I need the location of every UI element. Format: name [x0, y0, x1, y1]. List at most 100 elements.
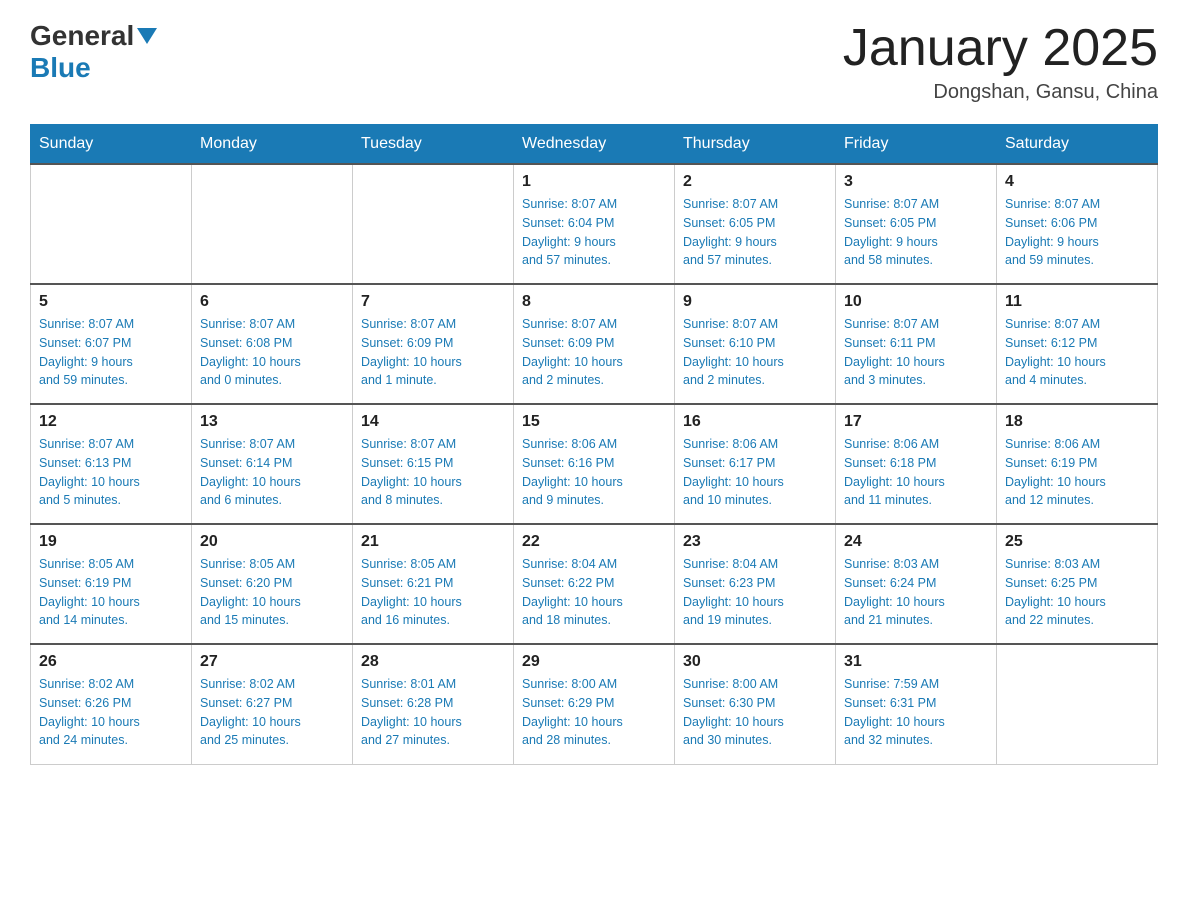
day-number: 12 [39, 413, 183, 431]
day-number: 25 [1005, 533, 1149, 551]
calendar-cell: 8 Sunrise: 8:07 AMSunset: 6:09 PMDaylight… [514, 284, 675, 404]
day-info: Sunrise: 8:07 AMSunset: 6:05 PMDaylight:… [683, 195, 827, 270]
page-header: General Blue January 2025 Dongshan, Gans… [30, 20, 1158, 104]
calendar-cell: 22Sunrise: 8:04 AMSunset: 6:22 PMDayligh… [514, 524, 675, 644]
calendar-cell [997, 644, 1158, 764]
column-header-monday: Monday [192, 125, 353, 165]
day-info: Sunrise: 8:00 AMSunset: 6:29 PMDaylight:… [522, 675, 666, 750]
day-number: 15 [522, 413, 666, 431]
calendar-cell: 3Sunrise: 8:07 AMSunset: 6:05 PMDaylight… [836, 164, 997, 284]
day-info: Sunrise: 8:01 AMSunset: 6:28 PMDaylight:… [361, 675, 505, 750]
calendar-cell: 18Sunrise: 8:06 AMSunset: 6:19 PMDayligh… [997, 404, 1158, 524]
calendar-cell: 2 Sunrise: 8:07 AMSunset: 6:05 PMDaylight… [675, 164, 836, 284]
calendar-cell: 5 Sunrise: 8:07 AMSunset: 6:07 PMDaylight… [31, 284, 192, 404]
calendar-cell: 13Sunrise: 8:07 AMSunset: 6:14 PMDayligh… [192, 404, 353, 524]
day-number: 24 [844, 533, 988, 551]
day-info: Sunrise: 8:07 AMSunset: 6:09 PMDaylight:… [361, 315, 505, 390]
day-info: Sunrise: 8:07 AMSunset: 6:09 PMDaylight:… [522, 315, 666, 390]
calendar-cell: 12 Sunrise: 8:07 AMSunset: 6:13 PMDayligh… [31, 404, 192, 524]
day-info: Sunrise: 8:03 AMSunset: 6:25 PMDaylight:… [1005, 555, 1149, 630]
day-info: Sunrise: 8:07 AMSunset: 6:14 PMDaylight:… [200, 435, 344, 510]
day-info: Sunrise: 8:07 AMSunset: 6:10 PMDaylight:… [683, 315, 827, 390]
day-number: 8 [522, 293, 666, 311]
logo-triangle-icon [137, 28, 157, 44]
calendar-cell: 23 Sunrise: 8:04 AMSunset: 6:23 PMDayligh… [675, 524, 836, 644]
column-header-sunday: Sunday [31, 125, 192, 165]
day-number: 28 [361, 653, 505, 671]
calendar-cell: 14Sunrise: 8:07 AMSunset: 6:15 PMDayligh… [353, 404, 514, 524]
day-info: Sunrise: 8:07 AMSunset: 6:07 PMDaylight:… [39, 315, 183, 390]
day-number: 7 [361, 293, 505, 311]
calendar-cell: 11Sunrise: 8:07 AMSunset: 6:12 PMDayligh… [997, 284, 1158, 404]
calendar-cell: 24 Sunrise: 8:03 AMSunset: 6:24 PMDayligh… [836, 524, 997, 644]
calendar-cell [192, 164, 353, 284]
calendar-cell [353, 164, 514, 284]
day-number: 27 [200, 653, 344, 671]
calendar-week-row: 5 Sunrise: 8:07 AMSunset: 6:07 PMDaylight… [31, 284, 1158, 404]
day-info: Sunrise: 8:07 AMSunset: 6:06 PMDaylight:… [1005, 195, 1149, 270]
day-number: 4 [1005, 173, 1149, 191]
calendar-cell: 21Sunrise: 8:05 AMSunset: 6:21 PMDayligh… [353, 524, 514, 644]
column-header-wednesday: Wednesday [514, 125, 675, 165]
calendar-table: SundayMondayTuesdayWednesdayThursdayFrid… [30, 124, 1158, 765]
day-number: 3 [844, 173, 988, 191]
calendar-cell: 7 Sunrise: 8:07 AMSunset: 6:09 PMDaylight… [353, 284, 514, 404]
day-number: 29 [522, 653, 666, 671]
day-info: Sunrise: 8:07 AMSunset: 6:13 PMDaylight:… [39, 435, 183, 510]
day-number: 21 [361, 533, 505, 551]
calendar-cell: 16 Sunrise: 8:06 AMSunset: 6:17 PMDayligh… [675, 404, 836, 524]
day-number: 19 [39, 533, 183, 551]
calendar-week-row: 19 Sunrise: 8:05 AMSunset: 6:19 PMDayligh… [31, 524, 1158, 644]
day-number: 1 [522, 173, 666, 191]
day-info: Sunrise: 8:06 AMSunset: 6:16 PMDaylight:… [522, 435, 666, 510]
calendar-cell: 27 Sunrise: 8:02 AMSunset: 6:27 PMDayligh… [192, 644, 353, 764]
day-info: Sunrise: 8:06 AMSunset: 6:19 PMDaylight:… [1005, 435, 1149, 510]
day-number: 16 [683, 413, 827, 431]
calendar-cell: 15 Sunrise: 8:06 AMSunset: 6:16 PMDayligh… [514, 404, 675, 524]
day-info: Sunrise: 8:06 AMSunset: 6:17 PMDaylight:… [683, 435, 827, 510]
day-number: 5 [39, 293, 183, 311]
day-info: Sunrise: 8:02 AMSunset: 6:27 PMDaylight:… [200, 675, 344, 750]
day-info: Sunrise: 8:05 AMSunset: 6:19 PMDaylight:… [39, 555, 183, 630]
title-block: January 2025 Dongshan, Gansu, China [843, 20, 1158, 104]
calendar-header-row: SundayMondayTuesdayWednesdayThursdayFrid… [31, 125, 1158, 165]
day-number: 31 [844, 653, 988, 671]
day-number: 30 [683, 653, 827, 671]
calendar-cell: 29 Sunrise: 8:00 AMSunset: 6:29 PMDayligh… [514, 644, 675, 764]
day-number: 26 [39, 653, 183, 671]
calendar-cell: 1 Sunrise: 8:07 AMSunset: 6:04 PMDaylight… [514, 164, 675, 284]
calendar-week-row: 12 Sunrise: 8:07 AMSunset: 6:13 PMDayligh… [31, 404, 1158, 524]
day-number: 23 [683, 533, 827, 551]
day-number: 20 [200, 533, 344, 551]
calendar-cell: 28 Sunrise: 8:01 AMSunset: 6:28 PMDayligh… [353, 644, 514, 764]
calendar-cell: 30 Sunrise: 8:00 AMSunset: 6:30 PMDayligh… [675, 644, 836, 764]
logo-general-text: General [30, 20, 134, 52]
day-info: Sunrise: 8:02 AMSunset: 6:26 PMDaylight:… [39, 675, 183, 750]
column-header-saturday: Saturday [997, 125, 1158, 165]
day-number: 6 [200, 293, 344, 311]
calendar-cell: 9Sunrise: 8:07 AMSunset: 6:10 PMDaylight… [675, 284, 836, 404]
calendar-week-row: 26 Sunrise: 8:02 AMSunset: 6:26 PMDayligh… [31, 644, 1158, 764]
day-info: Sunrise: 8:03 AMSunset: 6:24 PMDaylight:… [844, 555, 988, 630]
day-info: Sunrise: 8:05 AMSunset: 6:20 PMDaylight:… [200, 555, 344, 630]
day-info: Sunrise: 8:07 AMSunset: 6:11 PMDaylight:… [844, 315, 988, 390]
calendar-cell: 4 Sunrise: 8:07 AMSunset: 6:06 PMDaylight… [997, 164, 1158, 284]
calendar-week-row: 1 Sunrise: 8:07 AMSunset: 6:04 PMDaylight… [31, 164, 1158, 284]
day-info: Sunrise: 8:07 AMSunset: 6:12 PMDaylight:… [1005, 315, 1149, 390]
day-number: 17 [844, 413, 988, 431]
day-info: Sunrise: 8:07 AMSunset: 6:04 PMDaylight:… [522, 195, 666, 270]
day-info: Sunrise: 8:07 AMSunset: 6:15 PMDaylight:… [361, 435, 505, 510]
day-info: Sunrise: 8:06 AMSunset: 6:18 PMDaylight:… [844, 435, 988, 510]
calendar-cell [31, 164, 192, 284]
calendar-cell: 25 Sunrise: 8:03 AMSunset: 6:25 PMDayligh… [997, 524, 1158, 644]
calendar-cell: 10 Sunrise: 8:07 AMSunset: 6:11 PMDayligh… [836, 284, 997, 404]
day-number: 2 [683, 173, 827, 191]
day-info: Sunrise: 8:04 AMSunset: 6:22 PMDaylight:… [522, 555, 666, 630]
location: Dongshan, Gansu, China [843, 81, 1158, 104]
logo: General Blue [30, 20, 159, 84]
day-info: Sunrise: 8:00 AMSunset: 6:30 PMDaylight:… [683, 675, 827, 750]
day-info: Sunrise: 8:04 AMSunset: 6:23 PMDaylight:… [683, 555, 827, 630]
calendar-cell: 31Sunrise: 7:59 AMSunset: 6:31 PMDayligh… [836, 644, 997, 764]
month-title: January 2025 [843, 20, 1158, 77]
day-number: 10 [844, 293, 988, 311]
